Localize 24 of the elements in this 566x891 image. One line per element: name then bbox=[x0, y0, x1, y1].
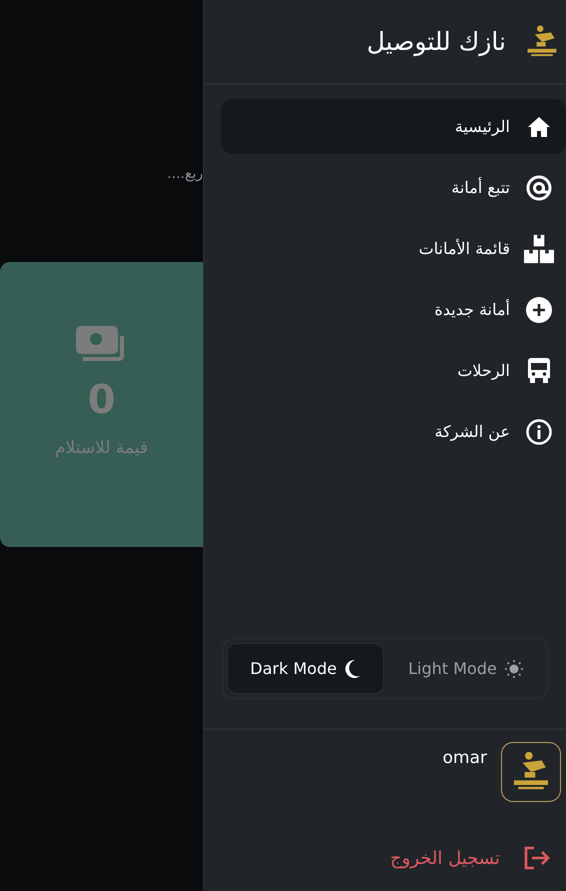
at-sign-icon bbox=[526, 174, 552, 200]
caption-text: ريع.... bbox=[167, 166, 203, 182]
value-text: 0 bbox=[88, 380, 116, 420]
info-icon bbox=[526, 418, 552, 444]
menu-item[interactable]: الرئيسية bbox=[221, 99, 566, 154]
app-title: نازك للتوصيل bbox=[366, 27, 506, 56]
menu-item[interactable]: أمانة جديدة bbox=[221, 282, 566, 337]
plus-circle-icon bbox=[526, 296, 552, 322]
menu-item[interactable]: تتبع أمانة bbox=[221, 160, 566, 215]
home-icon bbox=[527, 116, 551, 138]
avatar-logo-icon bbox=[501, 742, 561, 802]
moon-icon bbox=[344, 660, 361, 678]
menu-item[interactable]: عن الشركة bbox=[221, 404, 566, 459]
user-name: omar bbox=[442, 748, 487, 770]
menu-item[interactable]: الرحلات bbox=[221, 343, 566, 398]
value-label: قيمة للاستلام bbox=[55, 438, 148, 458]
menu-item[interactable]: قائمة الأمانات bbox=[221, 221, 566, 276]
logout-link[interactable]: تسجيل الخروج bbox=[204, 829, 566, 887]
sun-icon bbox=[504, 660, 523, 678]
theme-option[interactable]: Dark Mode bbox=[227, 643, 384, 694]
theme-option[interactable]: Light Mode bbox=[388, 643, 543, 694]
boxes-icon bbox=[524, 232, 554, 264]
logout-icon bbox=[524, 846, 550, 870]
bus-icon bbox=[528, 358, 550, 384]
